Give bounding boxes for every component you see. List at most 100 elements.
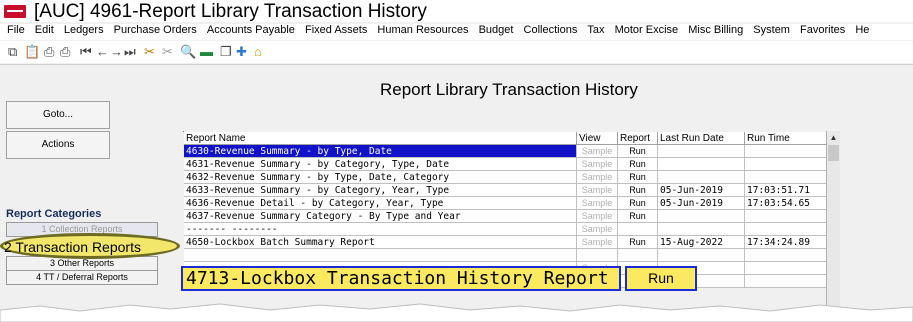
cell-name[interactable]: 4636-Revenue Detail - by Category, Year,… [184,197,577,210]
cell-name[interactable]: 4650-Lockbox Batch Summary Report [184,236,577,249]
table-row[interactable] [184,249,827,262]
cell-view[interactable]: Sample [577,171,618,184]
cell-name[interactable] [184,249,577,262]
menu-help[interactable]: He [855,24,869,36]
menu-ledgers[interactable]: Ledgers [64,24,104,36]
page-title: Report Library Transaction History [380,80,638,99]
window-icon[interactable]: ❐ [220,44,232,59]
cell-report[interactable]: Run [618,158,658,171]
column-header-report[interactable]: Report [618,132,658,145]
cell-date [658,171,745,184]
actions-button[interactable]: Actions [6,131,110,159]
cell-name[interactable]: ------- -------- [184,223,577,236]
cell-name[interactable]: 4637-Revenue Summary Category - By Type … [184,210,577,223]
menu-motor-excise[interactable]: Motor Excise [615,24,679,36]
column-header-report-name[interactable]: Report Name [184,132,577,145]
paste-icon[interactable]: 📋 [24,44,40,59]
scroll-up-icon[interactable]: ▲ [827,131,840,144]
cell-report[interactable]: Run [618,236,658,249]
menu-tax[interactable]: Tax [587,24,604,36]
cell-report[interactable]: Run [618,197,658,210]
cell-report[interactable]: Run [618,145,658,158]
cell-date [658,210,745,223]
previous-record-icon[interactable]: ← [96,44,109,59]
cell-view[interactable]: Sample [577,223,618,236]
cell-time: 17:03:54.65 [745,197,827,210]
left-panel: Goto... Actions Report Categories 1 Coll… [0,65,180,322]
tt-deferral-reports-button[interactable]: 4 TT / Deferral Reports [6,270,158,285]
copy-icon[interactable]: ⧉ [8,44,17,59]
menu-fixed-assets[interactable]: Fixed Assets [305,24,367,36]
vertical-scrollbar[interactable]: ▲ [826,131,840,321]
cell-time: 17:34:24.89 [745,236,827,249]
scroll-thumb[interactable] [828,145,839,161]
table-row[interactable]: 4630-Revenue Summary - by Type, Date Samp… [184,145,827,158]
table-row[interactable]: 4650-Lockbox Batch Summary Report Sample R… [184,236,827,249]
tools-alt-icon[interactable]: ✂ [162,44,173,59]
print-preview-icon[interactable]: ⎙ [60,44,70,59]
column-header-run-time[interactable]: Run Time [745,132,827,145]
table-row[interactable]: 4632-Revenue Summary - by Type, Date, Ca… [184,171,827,184]
cell-date: 05-Jun-2019 [658,184,745,197]
cell-name[interactable]: 4630-Revenue Summary - by Type, Date [184,145,577,158]
cell-view[interactable]: Sample [577,145,618,158]
cell-name[interactable]: 4631-Revenue Summary - by Category, Type… [184,158,577,171]
cell-view[interactable]: Sample [577,197,618,210]
cell-report[interactable] [618,223,658,236]
menu-system[interactable]: System [753,24,790,36]
menu-file[interactable]: File [7,24,25,36]
cell-name[interactable]: 4632-Revenue Summary - by Type, Date, Ca… [184,171,577,184]
cell-report[interactable]: Run [618,184,658,197]
print-icon[interactable]: ⎙ [44,44,54,59]
cell-view[interactable] [577,249,618,262]
tools-icon[interactable]: ✂ [144,44,155,59]
menu-edit[interactable]: Edit [35,24,54,36]
cell-view[interactable]: Sample [577,210,618,223]
cell-view[interactable]: Sample [577,184,618,197]
table-row[interactable]: 4636-Revenue Detail - by Category, Year,… [184,197,827,210]
toolbar: ⧉ 📋 ⎙ ⎙ ⏮ ← → ⏭ ✂ ✂ 🔍 ▬ ❐ ✚ ⌂ [0,41,913,63]
table-row[interactable]: 4633-Revenue Summary - by Category, Year… [184,184,827,197]
transaction-reports-button[interactable]: 2 Transaction Reports [4,239,141,255]
menu-misc-billing[interactable]: Misc Billing [688,24,743,36]
menu-purchase-orders[interactable]: Purchase Orders [114,24,197,36]
report-categories-label: Report Categories [6,208,102,220]
table-row[interactable]: 4631-Revenue Summary - by Category, Type… [184,158,827,171]
menu-budget[interactable]: Budget [479,24,514,36]
last-record-icon[interactable]: ⏭ [124,44,136,59]
application-window: [AUC] 4961-Report Library Transaction Hi… [0,0,913,322]
cell-time [745,262,827,275]
menu-favorites[interactable]: Favorites [800,24,845,36]
cell-date [658,145,745,158]
cell-date [658,158,745,171]
cell-report[interactable]: Run [618,171,658,184]
menu-bar: File Edit Ledgers Purchase Orders Accoun… [0,24,913,40]
home-icon[interactable]: ⌂ [254,44,262,59]
calculator-icon[interactable]: ▬ [200,44,213,59]
lockbox-report-run-callout[interactable]: Run [625,266,697,291]
column-header-last-run-date[interactable]: Last Run Date [658,132,745,145]
cell-report[interactable]: Run [618,210,658,223]
table-row[interactable]: 4637-Revenue Summary Category - By Type … [184,210,827,223]
column-header-view[interactable]: View [577,132,618,145]
cell-view[interactable]: Sample [577,236,618,249]
table-row[interactable]: ------- --------Sample [184,223,827,236]
cell-time [745,145,827,158]
favorites-icon[interactable]: ✚ [236,44,247,59]
cell-date: 15-Aug-2022 [658,236,745,249]
lockbox-report-callout: 4713-Lockbox Transaction History Report [181,266,621,291]
menu-human-resources[interactable]: Human Resources [377,24,468,36]
cell-name[interactable]: 4633-Revenue Summary - by Category, Year… [184,184,577,197]
cell-report[interactable] [618,249,658,262]
menu-collections[interactable]: Collections [524,24,578,36]
cell-time [745,171,827,184]
cell-time: 17:03:51.71 [745,184,827,197]
cell-date [658,249,745,262]
menu-accounts-payable[interactable]: Accounts Payable [207,24,295,36]
next-record-icon[interactable]: → [110,44,123,59]
search-icon[interactable]: 🔍 [180,44,196,59]
cell-date [658,223,745,236]
goto-button[interactable]: Goto... [6,101,110,129]
first-record-icon[interactable]: ⏮ [80,44,92,59]
cell-view[interactable]: Sample [577,158,618,171]
